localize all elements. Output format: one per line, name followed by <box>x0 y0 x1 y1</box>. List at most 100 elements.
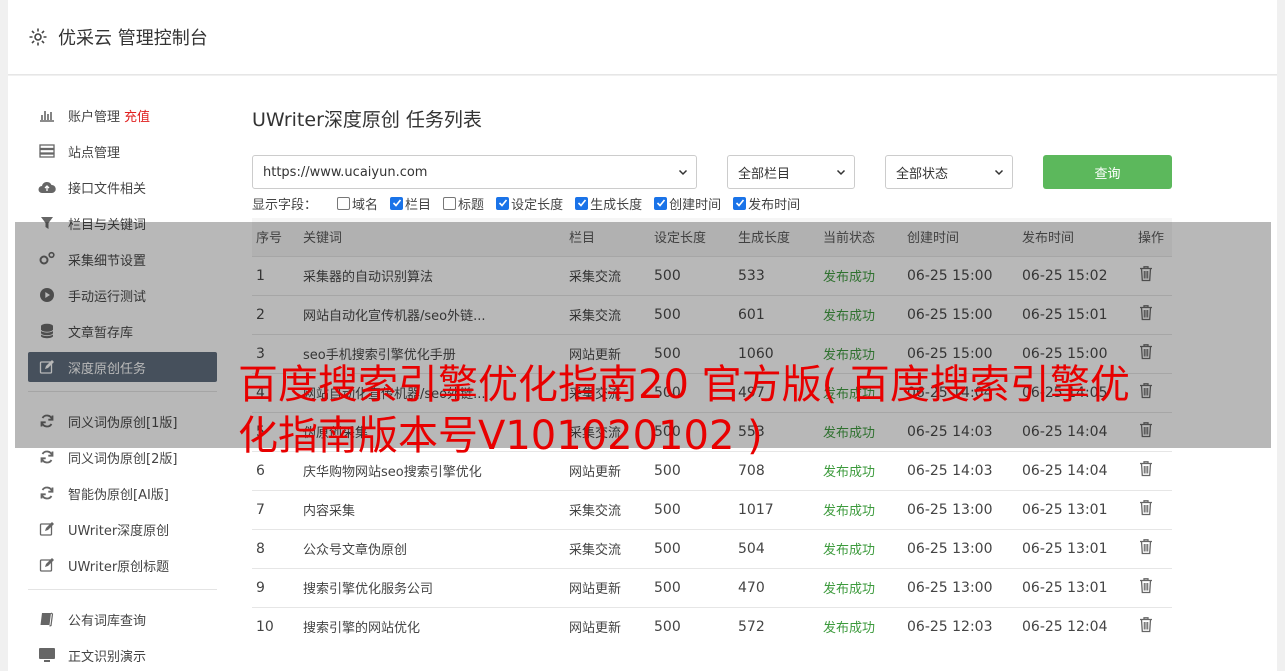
checkbox-label: 栏目 <box>405 197 432 213</box>
row-published-time: 06-25 12:04 <box>1018 606 1134 646</box>
field-checkbox-gen-length[interactable]: 生成长度 <box>575 194 642 213</box>
checkbox-checked[interactable] <box>733 196 747 210</box>
refresh-icon <box>38 484 56 502</box>
checkbox-checked[interactable] <box>390 196 404 210</box>
status-select[interactable]: 全部状态 <box>885 155 1013 189</box>
site-select-value: https://www.ucaiyun.com <box>263 164 428 180</box>
row-created-time: 06-25 13:00 <box>903 489 1018 529</box>
sidebar-item-label: 智能伪原创[AI版] <box>68 487 169 503</box>
row-index: 9 <box>252 567 299 607</box>
row-gen-length: 470 <box>734 567 819 607</box>
row-gen-length: 1017 <box>734 489 819 529</box>
field-checkbox-title[interactable]: 标题 <box>443 194 484 213</box>
field-checkbox-published[interactable]: 发布时间 <box>733 194 800 213</box>
checkbox-label: 域名 <box>352 197 379 213</box>
column-select-value: 全部栏目 <box>738 166 791 182</box>
row-column: 网站更新 <box>565 567 650 607</box>
row-column: 采集交流 <box>565 528 650 568</box>
status-badge: 发布成功 <box>819 489 903 529</box>
sidebar-item-sites[interactable]: 站点管理 <box>28 136 217 166</box>
row-actions <box>1134 528 1172 568</box>
field-checkbox-set-length[interactable]: 设定长度 <box>496 194 563 213</box>
checkbox-checked[interactable] <box>496 196 510 210</box>
edit-icon <box>38 520 56 538</box>
site-select[interactable]: https://www.ucaiyun.com <box>252 155 697 189</box>
status-badge: 发布成功 <box>819 606 903 646</box>
row-created-time: 06-25 13:00 <box>903 567 1018 607</box>
trash-icon[interactable] <box>1138 460 1154 477</box>
row-set-length: 500 <box>650 567 734 607</box>
sidebar-divider <box>28 589 217 590</box>
display-fields-label: 显示字段： <box>252 197 318 213</box>
row-actions <box>1134 567 1172 607</box>
sidebar-item-text-recognition[interactable]: 正文识别演示 <box>28 640 217 670</box>
table-row: 8 公众号文章伪原创 采集交流 500 504 发布成功 06-25 13:00 06-25 … <box>252 528 1172 568</box>
sidebar-item-label: UWriter深度原创 <box>68 523 170 539</box>
row-keyword: 搜索引擎优化服务公司 <box>299 567 565 607</box>
sidebar-item-label: 正文识别演示 <box>68 649 147 665</box>
sidebar-item-ai-rewrite[interactable]: 智能伪原创[AI版] <box>28 478 217 508</box>
field-checkbox-column[interactable]: 栏目 <box>390 194 431 213</box>
row-published-time: 06-25 13:01 <box>1018 489 1134 529</box>
gear-icon[interactable] <box>28 27 48 47</box>
sidebar-item-label: 站点管理 <box>68 145 121 161</box>
sidebar-item-account[interactable]: 账户管理 充值 <box>28 100 217 130</box>
row-set-length: 500 <box>650 489 734 529</box>
row-set-length: 500 <box>650 528 734 568</box>
column-select[interactable]: 全部栏目 <box>727 155 855 189</box>
sidebar-item-label: 同义词伪原创[2版] <box>68 451 178 467</box>
sidebar-item-uwriter-title[interactable]: UWriter原创标题 <box>28 550 217 580</box>
recharge-link[interactable]: 充值 <box>124 106 150 125</box>
row-index: 10 <box>252 606 299 646</box>
monitor-icon <box>38 646 56 664</box>
status-badge: 发布成功 <box>819 528 903 568</box>
bar-chart-icon <box>38 106 56 124</box>
status-select-value: 全部状态 <box>896 166 949 182</box>
refresh-icon <box>38 448 56 466</box>
row-set-length: 500 <box>650 606 734 646</box>
checkbox-checked[interactable] <box>575 196 589 210</box>
sidebar-item-label: 账户管理 <box>68 109 121 125</box>
table-row: 9 搜索引擎优化服务公司 网站更新 500 470 发布成功 06-25 13:00 06-2… <box>252 567 1172 607</box>
row-column: 采集交流 <box>565 489 650 529</box>
server-icon <box>38 142 56 160</box>
row-column: 网站更新 <box>565 606 650 646</box>
row-actions <box>1134 489 1172 529</box>
field-checkbox-domain[interactable]: 域名 <box>337 194 378 213</box>
filter-bar: https://www.ucaiyun.com 全部栏目 全部状态 查询 <box>252 155 1172 189</box>
trash-icon[interactable] <box>1138 538 1154 555</box>
row-created-time: 06-25 12:03 <box>903 606 1018 646</box>
checkbox[interactable] <box>337 196 351 210</box>
field-checkbox-created[interactable]: 创建时间 <box>654 194 721 213</box>
checkbox-label: 生成长度 <box>590 197 643 213</box>
checkbox[interactable] <box>443 196 457 210</box>
chevron-down-icon <box>994 167 1004 177</box>
row-actions <box>1134 606 1172 646</box>
sidebar-item-label: 公有词库查询 <box>68 613 147 629</box>
status-badge: 发布成功 <box>819 567 903 607</box>
book-icon <box>38 610 56 628</box>
checkbox-checked[interactable] <box>654 196 668 210</box>
trash-icon[interactable] <box>1138 577 1154 594</box>
sidebar-item-label: UWriter原创标题 <box>68 559 170 575</box>
query-button[interactable]: 查询 <box>1043 155 1172 189</box>
row-gen-length: 504 <box>734 528 819 568</box>
row-published-time: 06-25 13:01 <box>1018 528 1134 568</box>
app-title: 优采云 管理控制台 <box>58 28 208 49</box>
chevron-down-icon <box>836 167 846 177</box>
edit-icon <box>38 556 56 574</box>
row-keyword: 公众号文章伪原创 <box>299 528 565 568</box>
sidebar-item-label: 接口文件相关 <box>68 181 147 197</box>
row-actions <box>1134 450 1172 490</box>
cloud-upload-icon <box>38 178 56 196</box>
sidebar-item-api-files[interactable]: 接口文件相关 <box>28 172 217 202</box>
checkbox-label: 发布时间 <box>748 197 801 213</box>
row-index: 8 <box>252 528 299 568</box>
trash-icon[interactable] <box>1138 616 1154 633</box>
trash-icon[interactable] <box>1138 499 1154 516</box>
row-published-time: 06-25 13:01 <box>1018 567 1134 607</box>
sidebar-item-uwriter-deep[interactable]: UWriter深度原创 <box>28 514 217 544</box>
row-keyword: 内容采集 <box>299 489 565 529</box>
row-created-time: 06-25 13:00 <box>903 528 1018 568</box>
sidebar-item-public-lexicon[interactable]: 公有词库查询 <box>28 604 217 634</box>
